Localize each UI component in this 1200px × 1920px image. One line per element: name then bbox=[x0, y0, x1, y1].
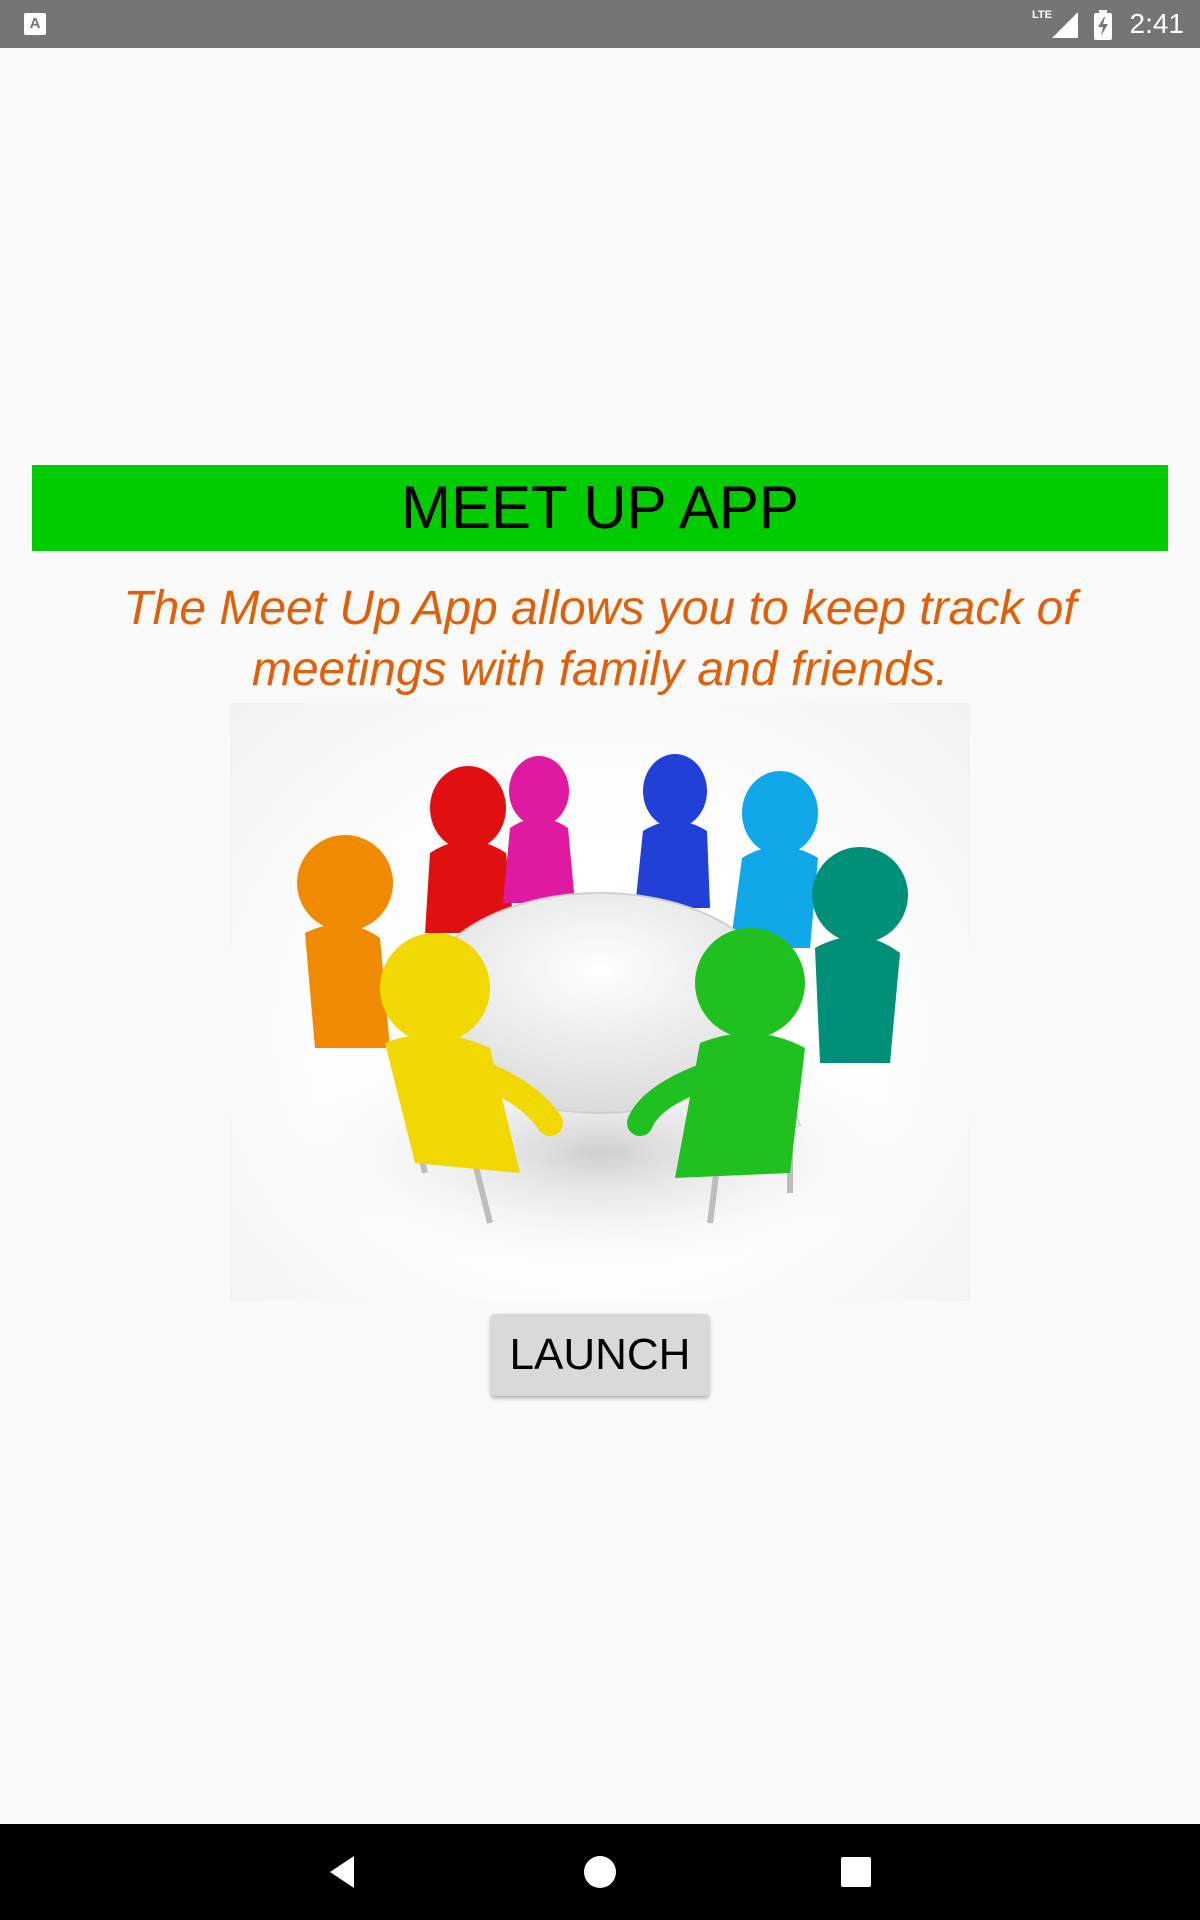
home-icon[interactable] bbox=[576, 1848, 624, 1896]
status-bar: A LTE 2:41 bbox=[0, 0, 1200, 48]
back-icon[interactable] bbox=[320, 1848, 368, 1896]
recents-icon[interactable] bbox=[832, 1848, 880, 1896]
navigation-bar bbox=[0, 1824, 1200, 1920]
signal-icon bbox=[1052, 12, 1078, 38]
app-notification-icon: A bbox=[24, 13, 46, 35]
people-round-table-illustration bbox=[230, 703, 970, 1301]
app-description: The Meet Up App allows you to keep track… bbox=[123, 582, 1077, 696]
status-time: 2:41 bbox=[1129, 8, 1185, 39]
people-round-table-icon bbox=[280, 754, 920, 1273]
launch-button[interactable]: LAUNCH bbox=[491, 1314, 709, 1396]
network-type-label: LTE bbox=[1032, 9, 1052, 21]
app-title-bar: MEET UP APP bbox=[32, 465, 1168, 551]
app-title: MEET UP APP bbox=[401, 474, 799, 541]
battery-charging-icon bbox=[1094, 10, 1112, 40]
